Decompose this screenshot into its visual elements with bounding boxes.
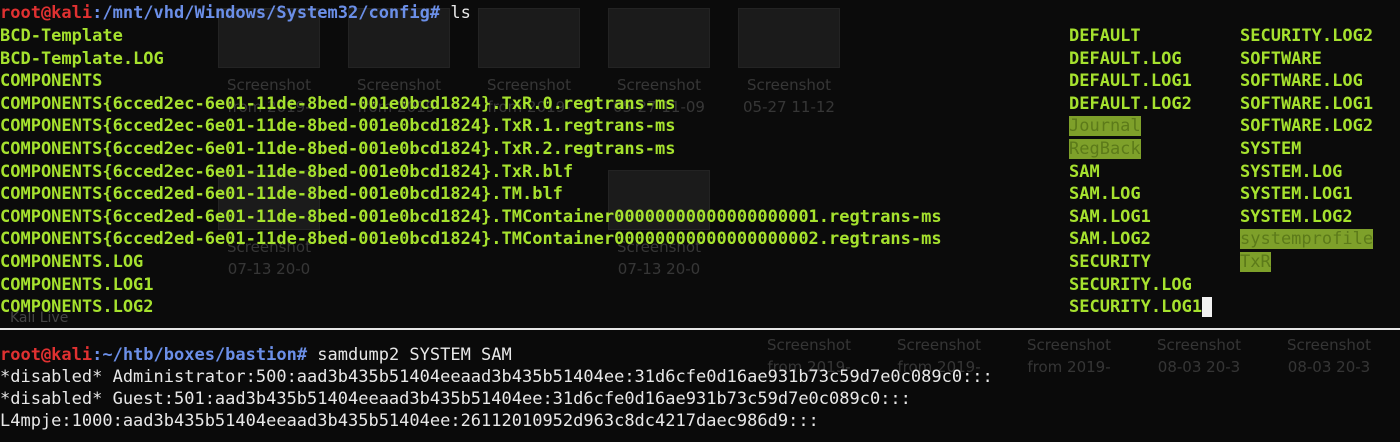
terminal-cursor <box>1202 297 1213 318</box>
file-entry: DEFAULT.LOG1 <box>1069 71 1192 92</box>
desktop-thumbnail: Screenshot from 2019- <box>1027 336 1111 376</box>
terminal-pane-bottom[interactable]: Screenshot from 2019- Screenshot from 2019… <box>0 330 1400 442</box>
hash-output-line: *disabled* Guest:501:aad3b435b51404eeaad… <box>0 389 911 409</box>
file-entry: SOFTWARE.LOG <box>1240 71 1363 92</box>
prompt-path: :/mnt/vhd/Windows/System32/config# <box>92 3 441 23</box>
file-entry: DEFAULT <box>1069 26 1141 46</box>
file-entry: COMPONENTS.LOG <box>0 252 144 272</box>
file-entry-with-cursor: SECURITY.LOG1 <box>1069 296 1213 319</box>
desktop-thumbnail: Screenshot 08-03 20-3 <box>1287 336 1371 376</box>
file-entry: SAM.LOG1 <box>1069 206 1151 227</box>
directory-entry: RegBack <box>1069 139 1141 159</box>
command-text: samdump2 SYSTEM SAM <box>307 345 512 365</box>
prompt-line-bottom: root@kali:~/htb/boxes/bastion# samdump2 … <box>0 344 512 366</box>
file-entry: BCD-Template.LOG <box>0 48 164 69</box>
file-entry: SAM <box>1069 161 1100 182</box>
hash-output-line: L4mpje:1000:aad3b435b51404eeaad3b435b514… <box>0 411 819 431</box>
file-entry: SAM.LOG2 <box>1069 229 1151 250</box>
file-entry: COMPONENTS{6cced2ec-6e01-11de-8bed-001e0… <box>0 93 676 114</box>
file-entry: SECURITY.LOG2 <box>1240 26 1374 46</box>
terminal-pane-top[interactable]: Screenshot from 2019- Screenshot from 2019… <box>0 0 1400 328</box>
prompt-line-top: root@kali:/mnt/vhd/Windows/System32/conf… <box>0 2 471 25</box>
desktop-thumbnail: Screenshot 08-03 20-3 <box>1157 336 1241 376</box>
file-entry: SOFTWARE <box>1240 48 1322 69</box>
command-text: ls <box>440 3 471 23</box>
file-entry: COMPONENTS{6cced2ec-6e01-11de-8bed-001e0… <box>0 116 676 137</box>
directory-entry: Journal <box>1069 116 1141 137</box>
file-entry: SYSTEM.LOG2 <box>1240 206 1353 227</box>
taskbar-label: Kali Live <box>10 310 69 326</box>
hash-output-line: *disabled* Administrator:500:aad3b435b51… <box>0 367 993 387</box>
prompt-user: root@kali <box>0 3 93 23</box>
file-entry: COMPONENTS{6cced2ec-6e01-11de-8bed-001e0… <box>0 161 574 182</box>
file-entry: COMPONENTS{6cced2ed-6e01-11de-8bed-001e0… <box>0 184 563 205</box>
file-entry: SECURITY.LOG <box>1069 274 1192 295</box>
directory-entry: systemprofile <box>1240 229 1374 250</box>
file-entry: SAM.LOG <box>1069 184 1141 205</box>
file-entry: SOFTWARE.LOG2 <box>1240 116 1374 137</box>
file-entry: COMPONENTS <box>0 71 103 92</box>
desktop-thumbnail: Screenshot 05-27 11-12 <box>730 8 848 118</box>
file-entry: SYSTEM.LOG1 <box>1240 184 1353 205</box>
file-entry: SYSTEM <box>1240 139 1302 159</box>
file-entry: SECURITY <box>1069 252 1151 272</box>
file-entry: COMPONENTS{6cced2ec-6e01-11de-8bed-001e0… <box>0 139 676 159</box>
file-entry: DEFAULT.LOG <box>1069 48 1182 69</box>
file-entry: DEFAULT.LOG2 <box>1069 93 1192 114</box>
file-entry: COMPONENTS{6cced2ed-6e01-11de-8bed-001e0… <box>0 229 942 250</box>
file-entry: SYSTEM.LOG <box>1240 161 1343 182</box>
file-entry: COMPONENTS.LOG1 <box>0 274 154 295</box>
prompt-user: root@kali <box>0 345 93 365</box>
file-entry: BCD-Template <box>0 26 123 46</box>
prompt-path: :~/htb/boxes/bastion# <box>92 345 308 365</box>
directory-entry: TxR <box>1240 252 1271 272</box>
file-entry: COMPONENTS{6cced2ed-6e01-11de-8bed-001e0… <box>0 206 942 227</box>
file-entry: SOFTWARE.LOG1 <box>1240 93 1374 114</box>
